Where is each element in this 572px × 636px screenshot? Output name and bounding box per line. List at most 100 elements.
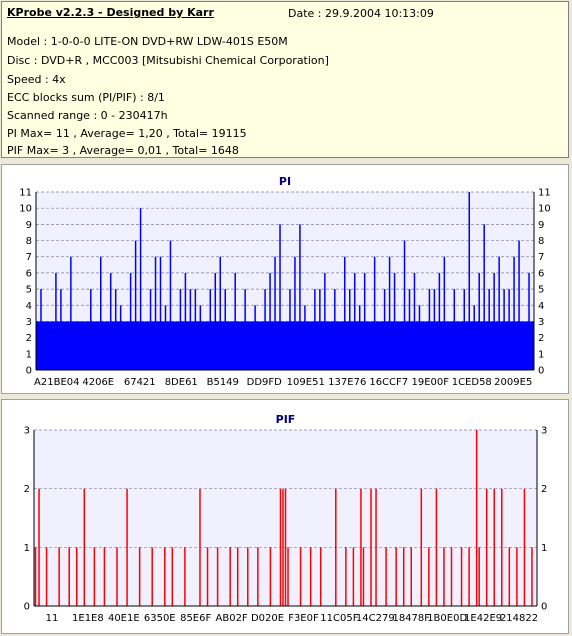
pif-bar bbox=[523, 488, 526, 606]
pif-xtick: 85E6F bbox=[180, 613, 211, 624]
pif-bar bbox=[287, 547, 289, 606]
pi-bar bbox=[324, 272, 326, 370]
pif-bar bbox=[206, 547, 209, 606]
pi-ytick-left: 2 bbox=[26, 333, 32, 344]
pif-bar bbox=[184, 547, 186, 606]
pi-bar bbox=[363, 272, 366, 370]
pi-bar bbox=[254, 305, 256, 370]
pi-bar bbox=[279, 224, 281, 370]
pi-xtick: DD9FD bbox=[247, 377, 283, 388]
pi-bar bbox=[194, 289, 197, 370]
pif-xtick: F3E0F bbox=[288, 613, 319, 624]
pif-bar bbox=[410, 547, 412, 606]
pif-xtick: 14C279 bbox=[356, 613, 395, 624]
pi-ytick-right: 1 bbox=[538, 349, 544, 360]
pif-bar bbox=[319, 547, 322, 606]
pi-bar bbox=[269, 272, 271, 370]
pif-chart: PIF0 01 12 23 311 1E1E8 40E1E 6350E 85E6F AB02F D0… bbox=[24, 413, 548, 624]
pif-xtick: D020E bbox=[251, 613, 284, 624]
pi-bar bbox=[109, 272, 112, 370]
pif-bar bbox=[395, 547, 397, 606]
pi-bar bbox=[373, 256, 376, 370]
pi-bar bbox=[99, 256, 102, 370]
pi-xtick: 16CCF7 bbox=[369, 377, 408, 388]
pi-bar bbox=[164, 305, 167, 370]
pif-ytick-right: 1 bbox=[541, 543, 547, 554]
pif-xtick: 11C05F bbox=[320, 613, 358, 624]
pi-ytick-right: 7 bbox=[538, 252, 544, 263]
pi-bar bbox=[224, 289, 226, 370]
pif-bar bbox=[493, 488, 495, 606]
pif-bar bbox=[428, 547, 430, 606]
pi-bar bbox=[294, 256, 296, 370]
pif-ytick-right: 2 bbox=[541, 484, 547, 495]
pi-bar bbox=[353, 272, 356, 370]
pif-bar bbox=[116, 547, 118, 606]
pi-summary-line: PI Max= 11 , Average= 1,20 , Total= 1911… bbox=[7, 127, 247, 140]
pif-xtick: 18478F bbox=[392, 613, 430, 624]
pi-xtick: 8DE61 bbox=[165, 377, 198, 388]
ecc-line: ECC blocks sum (PI/PIF) : 8/1 bbox=[7, 91, 165, 104]
pi-bar bbox=[334, 289, 336, 370]
pif-bar bbox=[435, 488, 438, 606]
pi-bar bbox=[299, 224, 301, 370]
pi-bar bbox=[488, 289, 490, 370]
pi-bar bbox=[473, 305, 475, 370]
pif-bar bbox=[450, 547, 453, 606]
pi-bar bbox=[443, 256, 446, 370]
pif-ytick-left: 2 bbox=[24, 484, 30, 495]
pi-bar bbox=[70, 256, 72, 370]
pi-bar bbox=[209, 289, 212, 370]
pif-summary-line: PIF Max= 3 , Average= 0,01 , Total= 1648 bbox=[7, 144, 239, 157]
pif-xtick: AB02F bbox=[216, 613, 248, 624]
pif-bar bbox=[171, 547, 174, 606]
pif-ytick-left: 0 bbox=[24, 602, 30, 613]
app-title: KProbe v2.2.3 - Designed by Karr bbox=[7, 6, 214, 19]
pif-bar bbox=[309, 547, 312, 606]
pi-bar bbox=[319, 289, 321, 370]
pi-bar bbox=[344, 256, 346, 370]
pi-bar bbox=[348, 289, 351, 370]
pi-bar bbox=[503, 289, 505, 370]
pi-bar bbox=[413, 272, 416, 370]
pif-bar bbox=[216, 547, 219, 606]
pi-ytick-left: 0 bbox=[26, 366, 32, 377]
pi-ytick-right: 6 bbox=[538, 268, 544, 279]
pi-bar bbox=[358, 305, 361, 370]
pif-bar bbox=[199, 488, 201, 606]
pi-bar bbox=[114, 289, 117, 370]
pif-bar bbox=[420, 488, 423, 606]
pif-title: PIF bbox=[276, 413, 296, 426]
pif-bar bbox=[508, 547, 511, 606]
pi-ytick-right: 10 bbox=[538, 204, 551, 215]
pi-bar bbox=[234, 272, 236, 370]
pi-xtick: 109E51 bbox=[287, 377, 325, 388]
pif-ytick-left: 1 bbox=[24, 543, 30, 554]
pi-bar bbox=[154, 256, 157, 370]
pi-bar bbox=[90, 289, 92, 370]
pif-xtick: 6350E bbox=[144, 613, 176, 624]
pi-bar bbox=[418, 305, 421, 370]
pif-bar bbox=[360, 488, 362, 606]
pif-bar bbox=[76, 547, 78, 606]
pi-bar bbox=[289, 289, 291, 370]
pi-ytick-left: 9 bbox=[26, 220, 32, 231]
pi-ytick-right: 3 bbox=[538, 317, 544, 328]
pi-xtick: 4206E bbox=[82, 377, 114, 388]
pi-bar bbox=[219, 256, 222, 370]
pi-ytick-left: 4 bbox=[26, 301, 32, 312]
pif-bar bbox=[375, 488, 377, 606]
pif-bar bbox=[460, 547, 463, 606]
pif-bar bbox=[93, 547, 96, 606]
pi-bar bbox=[169, 240, 172, 370]
pi-ytick-left: 10 bbox=[19, 204, 32, 215]
pi-xtick: 2009E5 bbox=[494, 377, 532, 388]
pif-bar bbox=[229, 547, 231, 606]
pi-ytick-left: 8 bbox=[26, 236, 32, 247]
pif-xtick: 1B0E0D bbox=[427, 613, 467, 624]
pi-bar bbox=[55, 272, 57, 370]
pi-bar bbox=[428, 289, 431, 370]
pif-bar bbox=[485, 488, 488, 606]
pi-ytick-left: 6 bbox=[26, 268, 32, 279]
pi-bar bbox=[274, 256, 276, 370]
